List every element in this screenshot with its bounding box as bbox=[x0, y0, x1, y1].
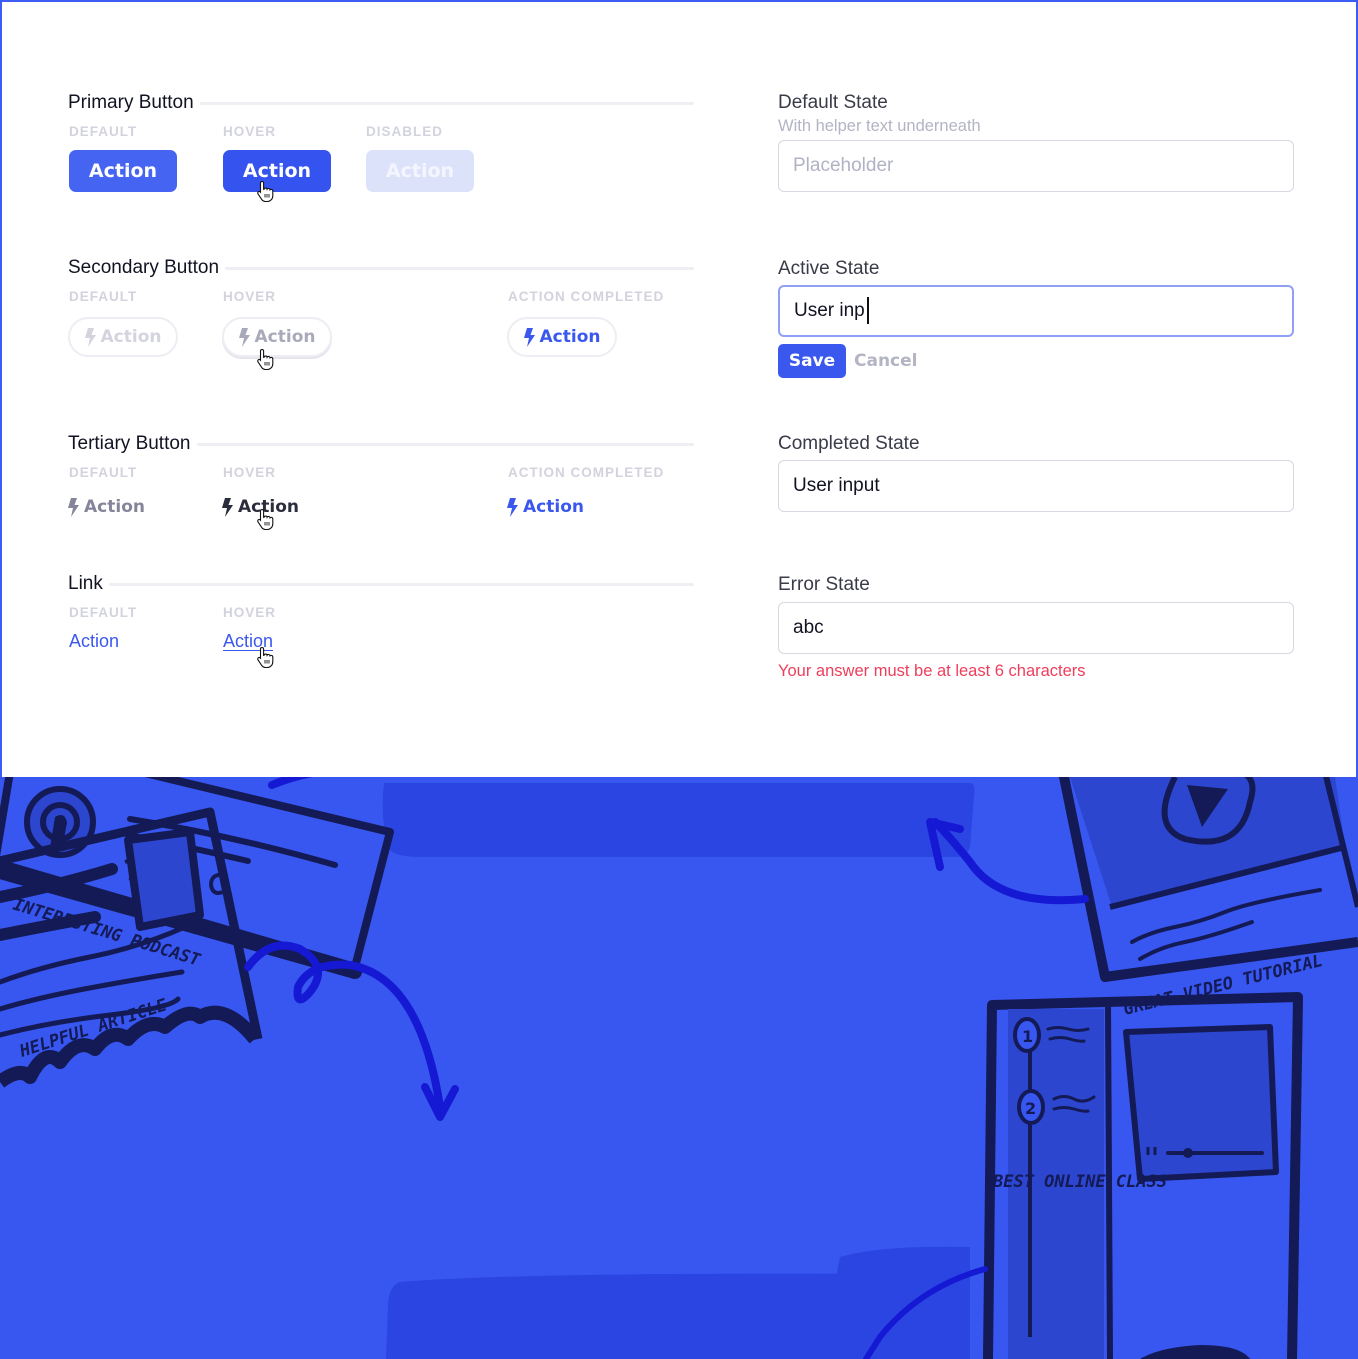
tertiary-button-default[interactable]: Action bbox=[68, 495, 145, 519]
link-hover[interactable]: Action bbox=[223, 631, 273, 651]
section-title: Link bbox=[68, 573, 103, 594]
tertiary-button-section: Tertiary Button DEFAULT HOVER ACTION COM… bbox=[68, 431, 694, 541]
primary-button-disabled: Action bbox=[366, 150, 474, 192]
lightning-bolt-icon bbox=[523, 327, 535, 347]
button-label: Action bbox=[254, 327, 316, 347]
active-state-input[interactable] bbox=[778, 285, 1294, 337]
state-label: DEFAULT bbox=[69, 465, 138, 480]
default-state-input[interactable] bbox=[778, 140, 1294, 192]
link-section: Link DEFAULT HOVER Action Action bbox=[68, 571, 694, 671]
state-label: HOVER bbox=[223, 289, 277, 304]
lightning-bolt-icon bbox=[222, 497, 233, 517]
cancel-button[interactable]: Cancel bbox=[854, 351, 917, 371]
state-label: ACTION COMPLETED bbox=[508, 289, 665, 304]
field-label: Active State bbox=[778, 258, 880, 279]
class-label: BEST ONLINE CLASS bbox=[992, 1172, 1167, 1192]
text-caret bbox=[867, 297, 869, 324]
active-state-field: Active State Save Cancel bbox=[778, 257, 1294, 378]
section-divider bbox=[108, 582, 694, 586]
state-label: DEFAULT bbox=[69, 289, 138, 304]
lightning-bolt-icon bbox=[238, 327, 250, 347]
state-label: HOVER bbox=[223, 124, 277, 139]
completed-state-field: Completed State bbox=[778, 432, 1294, 512]
section-title: Primary Button bbox=[68, 92, 194, 113]
error-state-field: Error State Your answer must be at least… bbox=[778, 573, 1294, 681]
state-label: DISABLED bbox=[366, 124, 444, 139]
secondary-button-section: Secondary Button DEFAULT HOVER ACTION CO… bbox=[68, 255, 694, 375]
button-label: Action bbox=[84, 497, 145, 517]
state-label: DEFAULT bbox=[69, 124, 138, 139]
primary-button-hover[interactable]: Action bbox=[223, 150, 331, 192]
helper-text: With helper text underneath bbox=[778, 117, 981, 135]
button-label: Action bbox=[238, 497, 299, 517]
secondary-button-completed[interactable]: Action bbox=[507, 317, 617, 357]
secondary-button-default[interactable]: Action bbox=[68, 317, 178, 357]
content-illustration: INTERESTING PODCAST GREAT VIDEO TUTORIAL bbox=[0, 777, 1358, 1359]
section-divider bbox=[196, 442, 694, 446]
button-label: Action bbox=[523, 497, 584, 517]
lightning-bolt-icon bbox=[68, 497, 79, 517]
state-label: DEFAULT bbox=[69, 605, 138, 620]
lightning-bolt-icon bbox=[84, 327, 96, 347]
section-divider bbox=[225, 266, 694, 270]
button-label: Action bbox=[539, 327, 601, 347]
button-label: Action bbox=[100, 327, 162, 347]
completed-state-input[interactable] bbox=[778, 460, 1294, 512]
tertiary-button-completed[interactable]: Action bbox=[507, 495, 584, 519]
class-step-number: 1 bbox=[1022, 1027, 1033, 1046]
state-label: ACTION COMPLETED bbox=[508, 465, 665, 480]
class-step-number: 2 bbox=[1025, 1099, 1036, 1118]
section-title: Tertiary Button bbox=[68, 433, 191, 454]
section-title: Secondary Button bbox=[68, 257, 220, 278]
field-label: Completed State bbox=[778, 433, 920, 454]
placeholder-block-right bbox=[820, 1246, 970, 1359]
error-message: Your answer must be at least 6 character… bbox=[778, 662, 1086, 680]
component-states-panel: Primary Button DEFAULT HOVER DISABLED Ac… bbox=[0, 0, 1358, 777]
state-label: HOVER bbox=[223, 465, 277, 480]
section-divider bbox=[199, 101, 694, 105]
save-button[interactable]: Save bbox=[778, 344, 846, 378]
lightning-bolt-icon bbox=[507, 497, 518, 517]
secondary-button-hover[interactable]: Action bbox=[222, 317, 332, 357]
state-label: HOVER bbox=[223, 605, 277, 620]
field-label: Default State bbox=[778, 92, 888, 113]
default-state-field: Default State With helper text underneat… bbox=[778, 91, 1294, 192]
primary-button-section: Primary Button DEFAULT HOVER DISABLED Ac… bbox=[68, 90, 694, 202]
error-state-input[interactable] bbox=[778, 602, 1294, 654]
primary-button-default[interactable]: Action bbox=[69, 150, 177, 192]
link-default[interactable]: Action bbox=[69, 631, 119, 651]
field-label: Error State bbox=[778, 574, 870, 595]
placeholder-block-top bbox=[382, 783, 975, 857]
tertiary-button-hover[interactable]: Action bbox=[222, 495, 299, 519]
